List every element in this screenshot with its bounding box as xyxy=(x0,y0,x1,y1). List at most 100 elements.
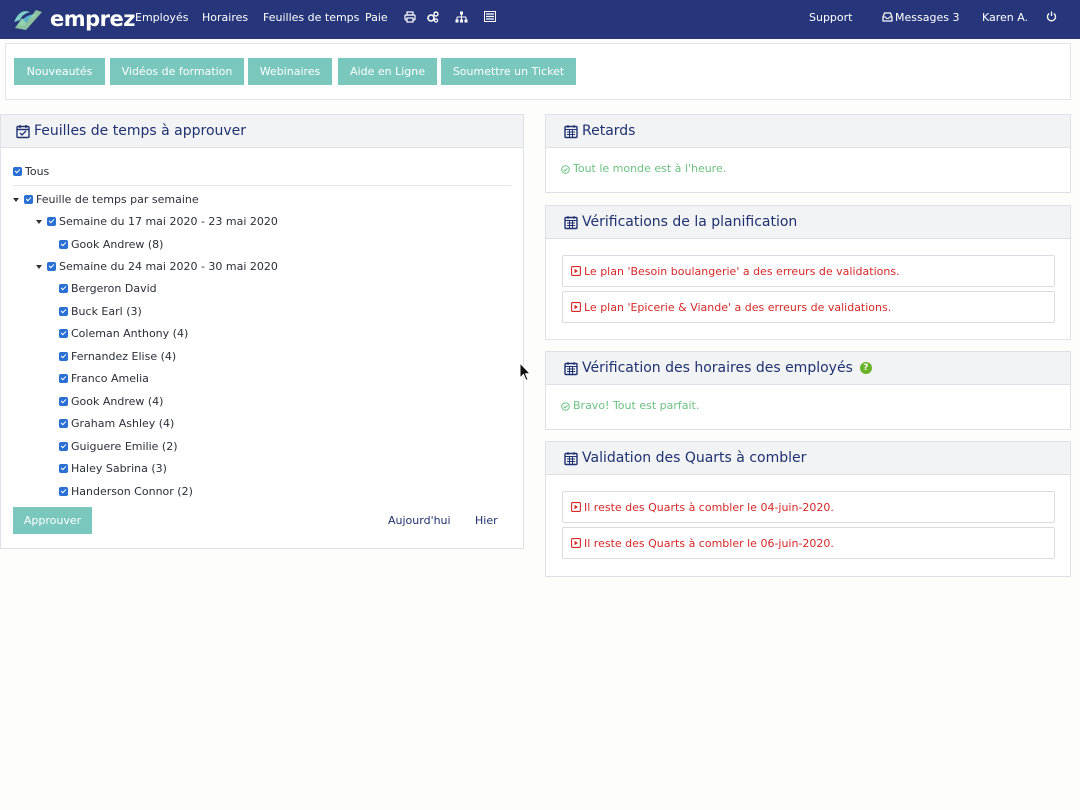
schedules-message: Bravo! Tout est parfait. xyxy=(573,399,700,412)
timesheets-panel: Feuilles de temps à approuver Tous Feuil… xyxy=(0,114,524,549)
employee-checkbox[interactable] xyxy=(59,442,68,451)
caret-down-icon[interactable] xyxy=(36,264,42,269)
messages-label: Messages xyxy=(895,11,949,24)
divider xyxy=(13,185,511,186)
employee-row[interactable]: Guiguere Emilie (2) xyxy=(59,440,178,453)
shift-error-item[interactable]: Il reste des Quarts à combler le 06-juin… xyxy=(562,527,1055,559)
nav-messages[interactable]: Messages 3 xyxy=(895,11,959,24)
power-icon[interactable] xyxy=(1046,11,1059,24)
employee-name: Gook Andrew (8) xyxy=(71,238,164,251)
caret-down-icon[interactable] xyxy=(36,219,42,224)
nav-payroll[interactable]: Paie xyxy=(365,11,388,24)
employee-checkbox[interactable] xyxy=(59,464,68,473)
help-icon[interactable]: ? xyxy=(859,362,872,374)
calendar-check-icon xyxy=(16,124,31,139)
employee-name: Gook Andrew (4) xyxy=(71,395,164,408)
submit-ticket-button[interactable]: Soumettre un Ticket xyxy=(441,58,576,85)
top-navbar: emprez Employés Horaires Feuilles de tem… xyxy=(0,0,1080,39)
employee-checkbox[interactable] xyxy=(59,352,68,361)
calendar-icon xyxy=(564,361,579,376)
list-icon[interactable] xyxy=(484,11,497,24)
employee-name: Handerson Connor (2) xyxy=(71,485,193,498)
inbox-icon xyxy=(882,12,895,25)
approve-button[interactable]: Approuver xyxy=(13,507,92,534)
caret-down-icon[interactable] xyxy=(13,197,19,202)
emprez-logo[interactable]: emprez xyxy=(12,6,135,32)
nav-schedules[interactable]: Horaires xyxy=(202,11,248,24)
employee-row[interactable]: Fernandez Elise (4) xyxy=(59,350,176,363)
employee-row[interactable]: Bergeron David xyxy=(59,282,157,295)
employee-checkbox[interactable] xyxy=(59,240,68,249)
employee-checkbox[interactable] xyxy=(59,419,68,428)
week-checkbox[interactable] xyxy=(47,262,56,271)
messages-count: 3 xyxy=(952,11,960,24)
employee-checkbox[interactable] xyxy=(59,374,68,383)
today-link[interactable]: Aujourd'hui xyxy=(388,514,451,527)
employee-row[interactable]: Handerson Connor (2) xyxy=(59,485,193,498)
employee-row[interactable]: Gook Andrew (4) xyxy=(59,395,163,408)
employee-name: Haley Sabrina (3) xyxy=(71,462,167,475)
select-all-row[interactable]: Tous xyxy=(13,165,49,178)
schedules-panel-header: Vérification des horaires des employés ? xyxy=(546,352,1070,385)
week-label: Semaine du 24 mai 2020 - 30 mai 2020 xyxy=(59,260,278,273)
cogs-icon[interactable] xyxy=(426,11,439,24)
employee-name: Fernandez Elise (4) xyxy=(71,350,177,363)
shifts-title: Validation des Quarts à combler xyxy=(582,450,807,466)
brand-name: emprez xyxy=(50,7,135,31)
planning-error-item[interactable]: Le plan 'Epicerie & Viande' a des erreur… xyxy=(562,291,1055,323)
schedules-title: Vérification des horaires des employés xyxy=(582,360,853,376)
user-menu[interactable]: Karen A. xyxy=(982,11,1028,24)
week-checkbox[interactable] xyxy=(47,217,56,226)
shift-error-text: Il reste des Quarts à combler le 04-juin… xyxy=(584,500,834,514)
employee-row[interactable]: Graham Ashley (4) xyxy=(59,417,174,430)
planning-title: Vérifications de la planification xyxy=(582,214,798,230)
news-button[interactable]: Nouveautés xyxy=(14,58,105,85)
week-label: Semaine du 17 mai 2020 - 23 mai 2020 xyxy=(59,215,278,228)
employee-name: Bergeron David xyxy=(71,282,157,295)
employee-checkbox[interactable] xyxy=(59,329,68,338)
printer-icon[interactable] xyxy=(404,11,417,24)
shifts-panel: Validation des Quarts à combler Il reste… xyxy=(545,441,1071,577)
employee-row[interactable]: Buck Earl (3) xyxy=(59,305,142,318)
shift-error-text: Il reste des Quarts à combler le 06-juin… xyxy=(584,536,834,550)
sitemap-icon[interactable] xyxy=(455,11,468,24)
play-square-icon xyxy=(571,502,581,512)
online-help-button[interactable]: Aide en Ligne xyxy=(338,58,437,85)
group-row[interactable]: Feuille de temps par semaine xyxy=(13,193,199,206)
employee-row[interactable]: Franco Amelia xyxy=(59,372,149,385)
webinars-button[interactable]: Webinaires xyxy=(248,58,332,85)
week-row[interactable]: Semaine du 24 mai 2020 - 30 mai 2020 xyxy=(36,260,278,273)
mouse-cursor-icon xyxy=(519,362,531,382)
delays-message: Tout le monde est à l'heure. xyxy=(573,162,727,175)
yesterday-link[interactable]: Hier xyxy=(475,514,498,527)
timesheets-panel-header: Feuilles de temps à approuver xyxy=(1,115,523,148)
select-all-checkbox[interactable] xyxy=(13,167,22,176)
play-square-icon xyxy=(571,266,581,276)
shift-error-item[interactable]: Il reste des Quarts à combler le 04-juin… xyxy=(562,491,1055,523)
employee-row[interactable]: Haley Sabrina (3) xyxy=(59,462,167,475)
group-checkbox[interactable] xyxy=(24,195,33,204)
employee-row[interactable]: Coleman Anthony (4) xyxy=(59,327,188,340)
delays-panel-header: Retards xyxy=(546,115,1070,148)
nav-support[interactable]: Support xyxy=(809,11,852,24)
nav-timesheets[interactable]: Feuilles de temps xyxy=(263,11,359,24)
employee-checkbox[interactable] xyxy=(59,487,68,496)
nav-employees[interactable]: Employés xyxy=(135,11,188,24)
employee-name: Guiguere Emilie (2) xyxy=(71,440,178,453)
employee-name: Franco Amelia xyxy=(71,372,149,385)
employee-checkbox[interactable] xyxy=(59,284,68,293)
schedules-status: Bravo! Tout est parfait. xyxy=(561,399,699,412)
employee-checkbox[interactable] xyxy=(59,397,68,406)
training-videos-button[interactable]: Vidéos de formation xyxy=(110,58,244,85)
group-label: Feuille de temps par semaine xyxy=(36,193,199,206)
planning-error-text: Le plan 'Besoin boulangerie' a des erreu… xyxy=(584,264,900,278)
employee-row[interactable]: Gook Andrew (8) xyxy=(59,238,163,251)
week-row[interactable]: Semaine du 17 mai 2020 - 23 mai 2020 xyxy=(36,215,278,228)
employee-name: Buck Earl (3) xyxy=(71,305,142,318)
delays-panel: Retards Tout le monde est à l'heure. xyxy=(545,114,1071,193)
play-square-icon xyxy=(571,302,581,312)
check-circle-icon xyxy=(561,401,570,411)
planning-error-item[interactable]: Le plan 'Besoin boulangerie' a des erreu… xyxy=(562,255,1055,287)
employee-checkbox[interactable] xyxy=(59,307,68,316)
schedules-panel: Vérification des horaires des employés ?… xyxy=(545,351,1071,430)
